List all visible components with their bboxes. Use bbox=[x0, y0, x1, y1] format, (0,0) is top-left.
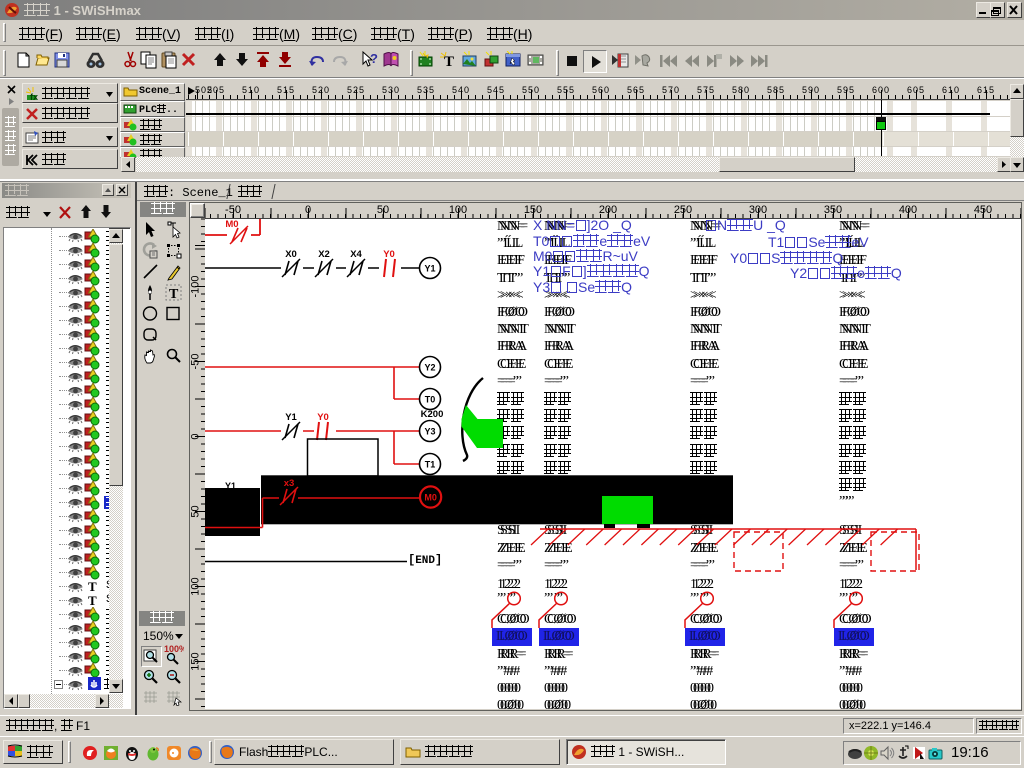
svg-text:X0: X0 bbox=[285, 249, 297, 260]
svg-text:Y1: Y1 bbox=[285, 412, 297, 423]
svg-text:M0: M0 bbox=[225, 219, 238, 230]
svg-text:Y1: Y1 bbox=[424, 264, 435, 274]
svg-text:M0: M0 bbox=[424, 493, 437, 503]
svg-text:?: ? bbox=[370, 51, 378, 66]
svg-text:Y1: Y1 bbox=[225, 481, 236, 491]
svg-text:T: T bbox=[444, 54, 454, 69]
svg-text:X4: X4 bbox=[350, 249, 362, 260]
svg-text:K200: K200 bbox=[421, 409, 444, 420]
svg-text:T0: T0 bbox=[425, 395, 436, 405]
svg-text:Y0: Y0 bbox=[383, 249, 395, 260]
svg-text:100%: 100% bbox=[164, 644, 184, 654]
svg-text:Y2: Y2 bbox=[424, 363, 435, 373]
svg-text:X2: X2 bbox=[318, 249, 330, 260]
svg-text:fx: fx bbox=[30, 92, 38, 101]
svg-text:x3: x3 bbox=[284, 478, 295, 489]
svg-text:Y3: Y3 bbox=[424, 427, 435, 437]
svg-text:Y0: Y0 bbox=[317, 412, 329, 423]
svg-text:T1: T1 bbox=[425, 460, 436, 470]
svg-text:T: T bbox=[169, 287, 179, 302]
